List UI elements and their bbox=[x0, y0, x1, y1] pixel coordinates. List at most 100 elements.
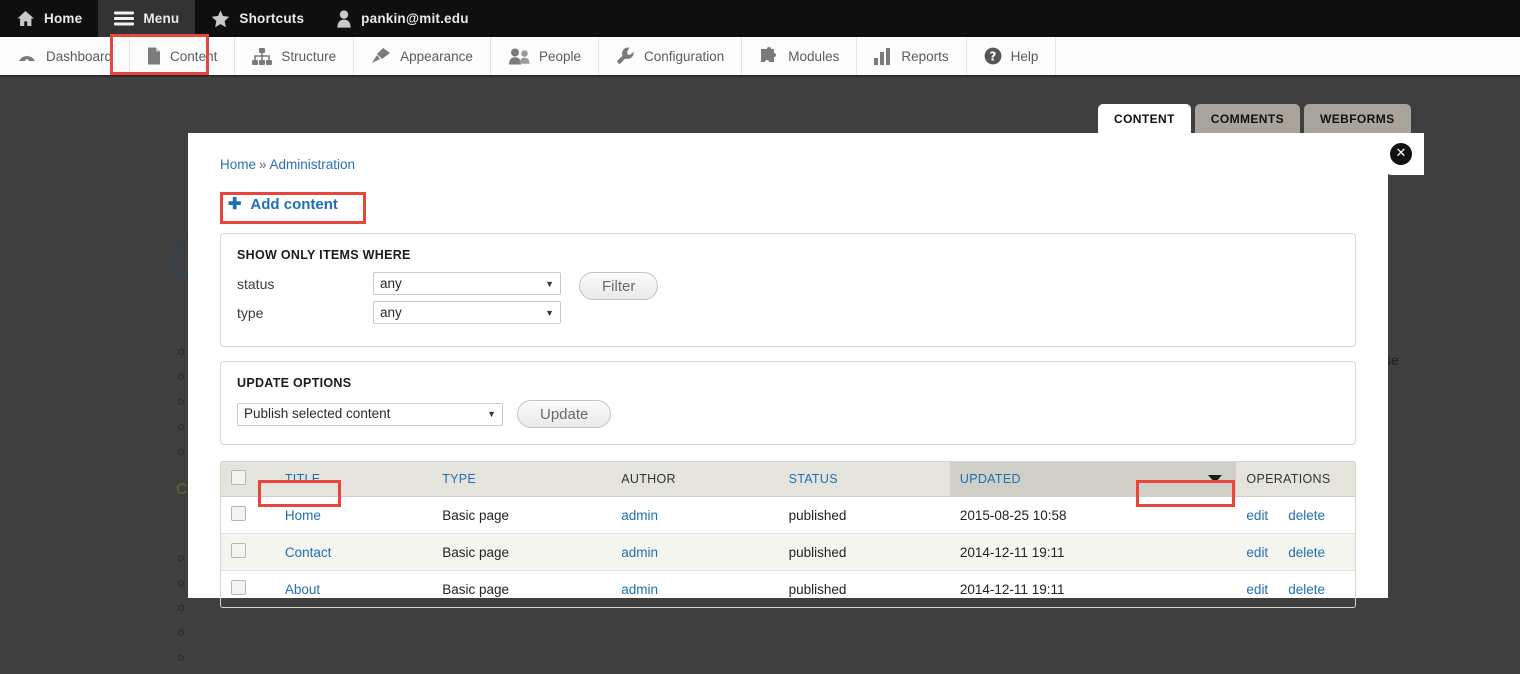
menu-label-structure: Structure bbox=[281, 48, 337, 64]
column-header-status[interactable]: STATUS bbox=[778, 462, 950, 497]
select-all-checkbox[interactable] bbox=[231, 470, 246, 485]
chevron-down-icon: ▼ bbox=[487, 409, 496, 419]
status-filter-value: any bbox=[380, 275, 402, 291]
content-table-body: Home Basic page admin published 2015-08-… bbox=[221, 496, 1355, 608]
chevron-down-icon: ▼ bbox=[545, 278, 554, 289]
row-updated-cell: 2014-12-11 19:11 bbox=[949, 533, 1237, 571]
table-row: Home Basic page admin published 2015-08-… bbox=[221, 496, 1355, 534]
menu-item-dashboard[interactable]: Dashboard bbox=[0, 37, 131, 75]
edit-link[interactable]: edit bbox=[1246, 545, 1268, 560]
people-icon bbox=[508, 48, 530, 65]
content-link-contact[interactable]: Contact bbox=[285, 545, 332, 560]
admin-bar-item-menu[interactable]: Menu bbox=[98, 0, 196, 37]
menu-item-structure[interactable]: Structure bbox=[235, 37, 355, 75]
admin-bar-label-shortcuts: Shortcuts bbox=[239, 11, 305, 26]
row-operations-cell: edit delete bbox=[1236, 496, 1355, 534]
row-checkbox[interactable] bbox=[231, 580, 246, 595]
author-link[interactable]: admin bbox=[621, 545, 658, 560]
content-table-head: TITLE TYPE AUTHOR STATUS UPDATED OPERATI… bbox=[221, 462, 1355, 497]
row-status-cell: published bbox=[778, 496, 950, 534]
row-select-cell bbox=[221, 496, 275, 534]
content-link-about[interactable]: About bbox=[285, 582, 320, 597]
add-content-label: Add content bbox=[250, 196, 338, 213]
admin-bar-item-shortcuts[interactable]: Shortcuts bbox=[195, 0, 320, 37]
status-filter-select[interactable]: any ▼ bbox=[373, 272, 561, 295]
column-header-type[interactable]: TYPE bbox=[432, 462, 612, 497]
column-header-title[interactable]: TITLE bbox=[274, 462, 433, 497]
menu-item-configuration[interactable]: Configuration bbox=[599, 37, 743, 75]
menu-item-help[interactable]: ? Help bbox=[967, 37, 1057, 75]
row-checkbox[interactable] bbox=[231, 543, 246, 558]
admin-bar-label-menu: Menu bbox=[143, 11, 180, 26]
filter-row-type: type any ▼ bbox=[237, 301, 561, 324]
table-row: About Basic page admin published 2014-12… bbox=[221, 571, 1355, 608]
row-select-cell bbox=[221, 571, 275, 608]
filter-button[interactable]: Filter bbox=[579, 272, 659, 300]
close-circle-icon[interactable]: ✕ bbox=[1390, 143, 1412, 165]
menu-label-content: Content bbox=[170, 48, 218, 64]
page-icon bbox=[147, 47, 161, 65]
table-header-row: TITLE TYPE AUTHOR STATUS UPDATED OPERATI… bbox=[221, 462, 1355, 497]
delete-link[interactable]: delete bbox=[1288, 508, 1325, 523]
admin-bar-item-home[interactable]: Home bbox=[0, 0, 98, 37]
menu-item-content[interactable]: Content bbox=[130, 37, 236, 75]
puzzle-icon bbox=[759, 47, 779, 65]
breadcrumb-home[interactable]: Home bbox=[220, 157, 256, 172]
tab-webforms[interactable]: WEBFORMS bbox=[1304, 104, 1411, 133]
filter-panel: SHOW ONLY ITEMS WHERE status any ▼ type bbox=[220, 233, 1356, 347]
delete-link[interactable]: delete bbox=[1288, 545, 1325, 560]
menu-item-people[interactable]: People bbox=[491, 37, 599, 75]
content-link-home[interactable]: Home bbox=[285, 508, 321, 523]
author-link[interactable]: admin bbox=[621, 508, 658, 523]
type-filter-select[interactable]: any ▼ bbox=[373, 301, 561, 324]
admin-bar-label-user: pankin@mit.edu bbox=[361, 11, 469, 26]
update-button[interactable]: Update bbox=[517, 400, 612, 428]
row-type-cell: Basic page bbox=[442, 581, 509, 597]
table-row: Contact Basic page admin published 2014-… bbox=[221, 533, 1355, 571]
menu-label-dashboard: Dashboard bbox=[46, 48, 113, 64]
row-operations-cell: edit delete bbox=[1236, 533, 1355, 571]
row-select-cell bbox=[221, 533, 275, 571]
dashboard-icon bbox=[17, 48, 37, 64]
tab-comments[interactable]: COMMENTS bbox=[1194, 104, 1300, 133]
column-header-updated[interactable]: UPDATED bbox=[949, 462, 1237, 497]
row-title-cell: Home bbox=[274, 496, 433, 534]
filter-label-type: type bbox=[237, 304, 264, 321]
row-status-cell: published bbox=[778, 533, 950, 571]
content-table-wrapper: TITLE TYPE AUTHOR STATUS UPDATED OPERATI… bbox=[220, 461, 1356, 608]
content-table: TITLE TYPE AUTHOR STATUS UPDATED OPERATI… bbox=[221, 462, 1355, 607]
row-author-cell: admin bbox=[611, 571, 778, 608]
breadcrumb-administration[interactable]: Administration bbox=[270, 157, 356, 172]
star-icon bbox=[211, 10, 230, 28]
add-content-button[interactable]: ✚ Add content bbox=[220, 190, 348, 219]
update-panel-legend: UPDATE OPTIONS bbox=[237, 376, 352, 390]
row-title-cell: About bbox=[275, 571, 432, 608]
menu-item-reports[interactable]: Reports bbox=[857, 37, 967, 75]
row-updated-cell: 2015-08-25 10:58 bbox=[949, 496, 1237, 534]
filter-row-status: status any ▼ bbox=[237, 272, 561, 295]
list-item bbox=[176, 670, 596, 674]
bar-chart-icon bbox=[874, 47, 892, 65]
row-title-cell: Contact bbox=[274, 533, 433, 571]
sort-descending-icon bbox=[1208, 475, 1223, 483]
menu-item-appearance[interactable]: Appearance bbox=[354, 37, 491, 75]
delete-link[interactable]: delete bbox=[1288, 582, 1325, 597]
chevron-down-icon: ▼ bbox=[545, 307, 554, 318]
tab-content[interactable]: CONTENT bbox=[1098, 104, 1191, 133]
filter-panel-legend: SHOW ONLY ITEMS WHERE bbox=[237, 248, 411, 262]
row-checkbox[interactable] bbox=[231, 506, 246, 521]
menu-label-people: People bbox=[538, 48, 581, 64]
menu-item-modules[interactable]: Modules bbox=[742, 37, 858, 75]
wrench-icon bbox=[616, 47, 635, 65]
author-link[interactable]: admin bbox=[621, 582, 658, 597]
menu-label-help: Help bbox=[1010, 48, 1039, 64]
tab-bar: CONTENT COMMENTS WEBFORMS bbox=[1098, 104, 1411, 133]
edit-link[interactable]: edit bbox=[1246, 508, 1268, 523]
update-options-panel: UPDATE OPTIONS Publish selected content … bbox=[220, 361, 1356, 445]
admin-bar-item-user[interactable]: pankin@mit.edu bbox=[320, 0, 484, 37]
admin-toolbar: Home Menu Shortcuts pankin@mit.edu bbox=[0, 0, 1520, 37]
brush-icon bbox=[371, 47, 391, 65]
edit-link[interactable]: edit bbox=[1246, 582, 1268, 597]
update-action-select[interactable]: Publish selected content ▼ bbox=[237, 402, 503, 426]
admin-menu-bar: Dashboard Content Structure Appearance P… bbox=[0, 37, 1520, 77]
